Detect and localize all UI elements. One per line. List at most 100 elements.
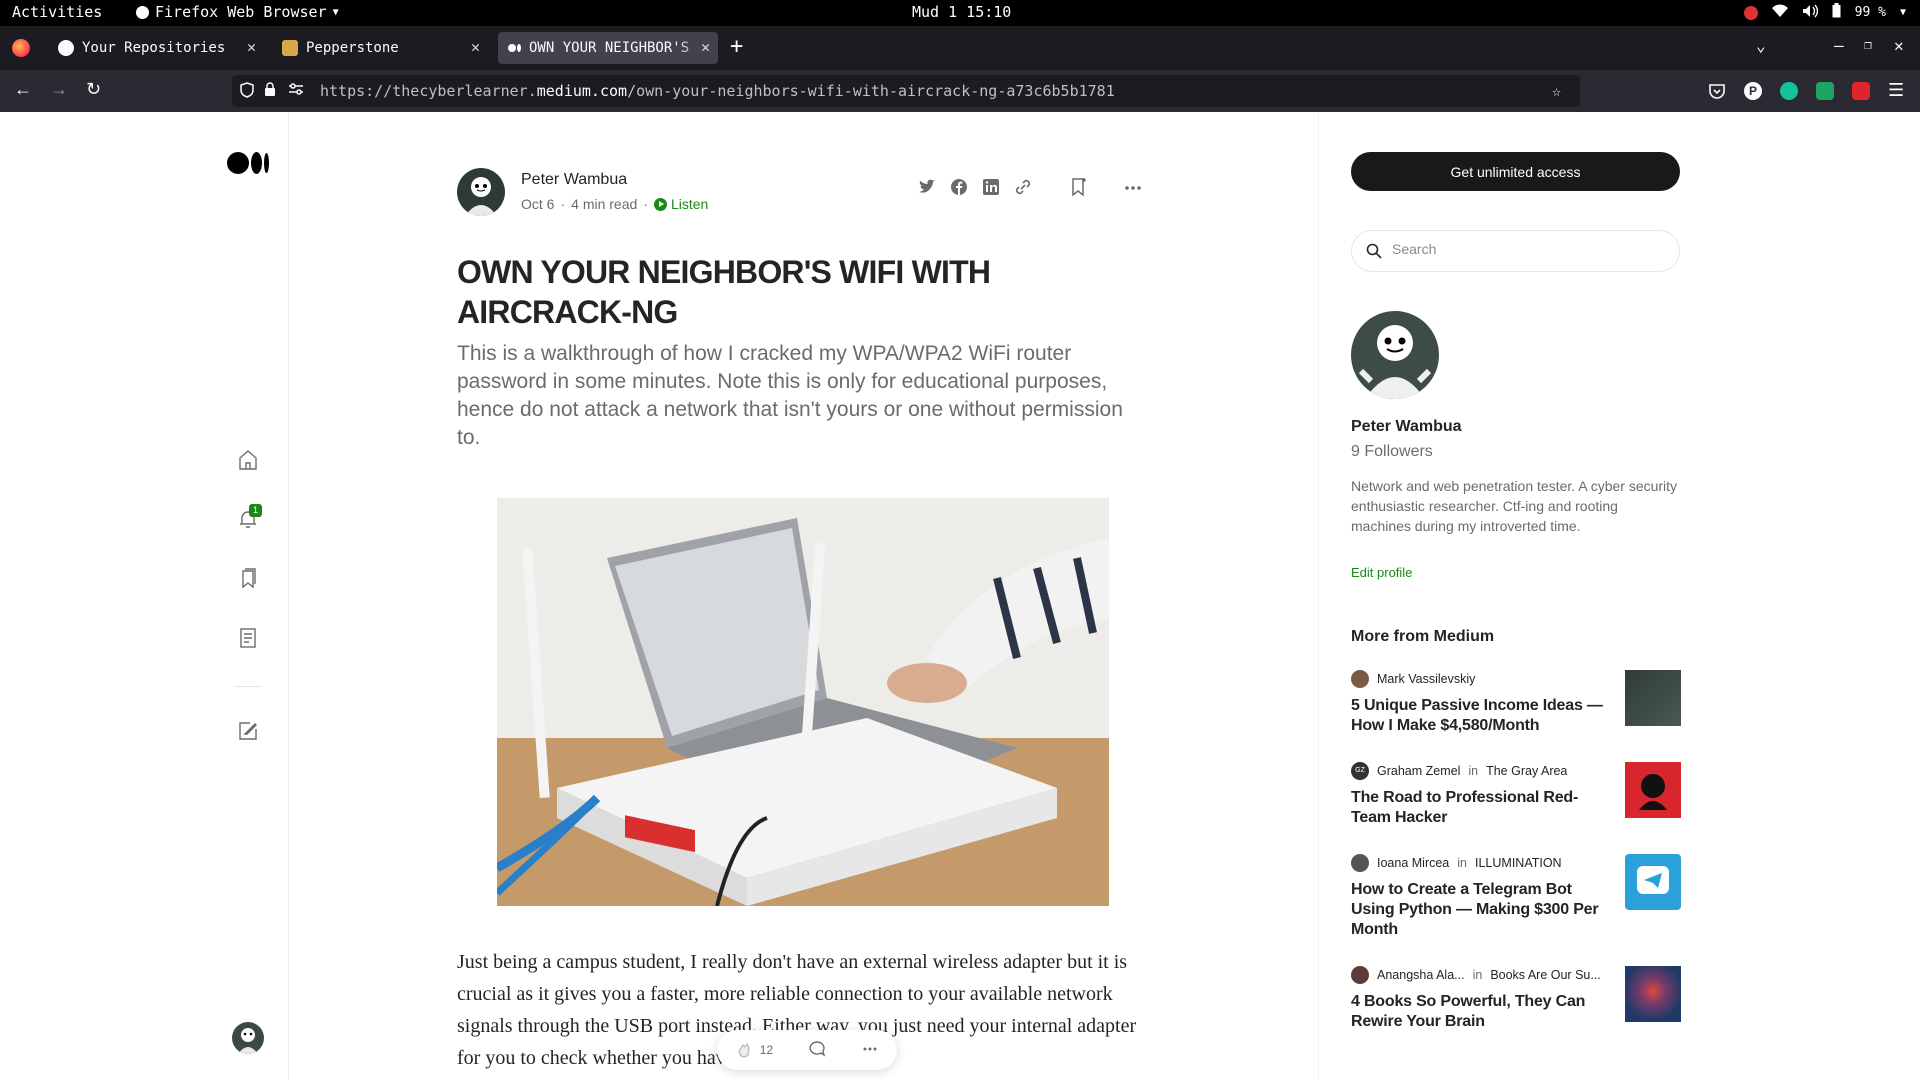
clap-icon xyxy=(738,1042,750,1058)
forward-button[interactable]: → xyxy=(50,79,68,100)
tab-label: Pepperstone xyxy=(306,40,399,56)
search-icon xyxy=(1366,243,1382,259)
nav-divider xyxy=(234,686,262,687)
system-tray[interactable]: 99 % ▼ xyxy=(1743,3,1906,22)
more-actions-icon[interactable] xyxy=(860,1039,880,1062)
recommendation-item[interactable]: Ioana Mircea in ILLUMINATION How to Crea… xyxy=(1351,854,1681,946)
rec-title[interactable]: 5 Unique Passive Income Ideas — How I Ma… xyxy=(1351,696,1606,736)
edit-profile-link[interactable]: Edit profile xyxy=(1351,565,1412,580)
p-extension-icon[interactable]: P xyxy=(1744,82,1762,100)
caret-down-icon: ▼ xyxy=(1899,7,1906,18)
left-navigation: 1 xyxy=(0,112,289,1080)
web-page: 1 Peter Wambua Oct 6 · 4 min read · List… xyxy=(0,112,1920,1080)
close-tab-icon[interactable]: ✕ xyxy=(701,38,710,56)
tab-your-repositories[interactable]: Your Repositories ✕ xyxy=(48,32,264,64)
reload-button[interactable]: ↻ xyxy=(86,79,101,100)
app-menu[interactable]: Firefox Web Browser ▼ xyxy=(136,3,339,21)
user-avatar[interactable] xyxy=(232,1022,264,1054)
close-tab-icon[interactable]: ✕ xyxy=(471,38,480,56)
address-bar[interactable]: https://thecyberlearner.medium.com/own-y… xyxy=(232,75,1580,107)
tab-label: OWN YOUR NEIGHBOR'S xyxy=(529,40,690,56)
recommendation-item[interactable]: GZ Graham Zemel in The Gray Area The Roa… xyxy=(1351,762,1681,834)
facebook-icon[interactable] xyxy=(949,177,969,197)
hero-image-router[interactable] xyxy=(497,498,1109,906)
rec-thumbnail[interactable] xyxy=(1625,670,1681,726)
notification-count-badge: 1 xyxy=(249,504,262,517)
tab-label: Your Repositories xyxy=(82,40,226,56)
rec-thumbnail[interactable] xyxy=(1625,762,1681,818)
clock[interactable]: Mud 1 15:10 xyxy=(912,3,1011,21)
new-tab-button[interactable]: + xyxy=(730,34,743,59)
lock-icon[interactable] xyxy=(264,82,276,101)
hamburger-menu-icon[interactable]: ☰ xyxy=(1888,80,1904,101)
follower-count[interactable]: 9 Followers xyxy=(1351,443,1433,461)
rec-title[interactable]: 4 Books So Powerful, They Can Rewire You… xyxy=(1351,992,1606,1032)
tab-own-your-neighbors[interactable]: OWN YOUR NEIGHBOR'S ✕ xyxy=(498,32,718,64)
profile-name[interactable]: Peter Wambua xyxy=(1351,418,1462,436)
response-bubble-icon[interactable] xyxy=(807,1039,827,1062)
article-title: OWN YOUR NEIGHBOR'S WIFI WITH AIRCRACK-N… xyxy=(457,254,991,330)
write-icon[interactable] xyxy=(236,719,260,743)
red-extension-icon[interactable] xyxy=(1852,82,1870,100)
profile-bio: Network and web penetration tester. A cy… xyxy=(1351,478,1678,534)
rec-thumbnail[interactable] xyxy=(1625,854,1681,910)
tracking-shield-icon[interactable] xyxy=(240,82,254,102)
author-avatar[interactable] xyxy=(457,168,505,216)
copy-link-icon[interactable] xyxy=(1013,177,1033,197)
rec-author-avatar xyxy=(1351,670,1369,688)
activities-button[interactable]: Activities xyxy=(12,3,102,21)
firefox-view-icon[interactable] xyxy=(12,39,30,57)
more-options-icon[interactable] xyxy=(1123,178,1143,198)
clap-count: 12 xyxy=(759,1043,774,1057)
rec-author-avatar xyxy=(1351,966,1369,984)
right-sidebar: Get unlimited access Peter Wambua 9 Foll… xyxy=(1318,112,1920,1080)
rec-title[interactable]: How to Create a Telegram Bot Using Pytho… xyxy=(1351,880,1606,940)
home-icon[interactable] xyxy=(236,448,260,472)
github-icon xyxy=(58,40,74,56)
close-tab-icon[interactable]: ✕ xyxy=(247,38,256,56)
rec-author-row: Mark Vassilevskiy xyxy=(1351,670,1475,688)
pocket-icon[interactable] xyxy=(1708,82,1726,100)
caret-down-icon: ▼ xyxy=(332,6,339,18)
tab-pepperstone[interactable]: Pepperstone ✕ xyxy=(272,32,488,64)
twitter-icon[interactable] xyxy=(917,177,937,197)
medium-logo[interactable] xyxy=(227,152,269,174)
green-extension-icon[interactable] xyxy=(1816,82,1834,100)
url-text[interactable]: https://thecyberlearner.medium.com/own-y… xyxy=(320,82,1115,100)
search-input[interactable] xyxy=(1392,241,1662,257)
profile-avatar[interactable] xyxy=(1351,311,1439,399)
listen-button[interactable]: Listen xyxy=(653,196,708,212)
rec-title[interactable]: The Road to Professional Red-Team Hacker xyxy=(1351,788,1606,828)
lists-bookmark-icon[interactable] xyxy=(236,567,260,591)
close-window-button[interactable]: ✕ xyxy=(1894,36,1904,55)
author-row: Peter Wambua Oct 6 · 4 min read · Listen xyxy=(457,168,1147,218)
chrome-tray-icon[interactable] xyxy=(1743,5,1758,20)
save-bookmark-icon[interactable] xyxy=(1069,176,1089,197)
rec-author-row: Ioana Mircea in ILLUMINATION xyxy=(1351,854,1562,872)
play-icon xyxy=(653,197,667,211)
permissions-icon[interactable] xyxy=(288,82,304,100)
pepperstone-icon xyxy=(282,40,298,56)
get-unlimited-access-button[interactable]: Get unlimited access xyxy=(1351,152,1680,191)
search-box[interactable] xyxy=(1351,230,1680,272)
author-name[interactable]: Peter Wambua xyxy=(521,171,627,189)
medium-icon xyxy=(508,44,521,52)
tab-strip: Your Repositories ✕ Pepperstone ✕ OWN YO… xyxy=(0,26,1920,70)
back-button[interactable]: ← xyxy=(14,79,32,100)
rec-author-avatar xyxy=(1351,854,1369,872)
stories-document-icon[interactable] xyxy=(236,626,260,650)
grammarly-icon[interactable] xyxy=(1780,82,1798,100)
rec-author-row: GZ Graham Zemel in The Gray Area xyxy=(1351,762,1567,780)
minimize-button[interactable]: – xyxy=(1834,36,1844,55)
publish-date: Oct 6 xyxy=(521,196,555,212)
recommendation-item[interactable]: Anangsha Ala... in Books Are Our Su... 4… xyxy=(1351,966,1681,1038)
bookmark-star-icon[interactable]: ☆ xyxy=(1552,82,1561,100)
list-all-tabs-icon[interactable]: ⌄ xyxy=(1756,36,1766,55)
article-subtitle: This is a walkthrough of how I cracked m… xyxy=(457,342,1123,449)
clap-button[interactable]: 12 xyxy=(734,1040,773,1060)
rec-thumbnail[interactable] xyxy=(1625,966,1681,1022)
linkedin-icon[interactable] xyxy=(981,177,1001,197)
recommendation-item[interactable]: Mark Vassilevskiy 5 Unique Passive Incom… xyxy=(1351,670,1681,742)
restore-button[interactable]: ❐ xyxy=(1864,38,1872,53)
floating-action-bar: 12 xyxy=(717,1030,897,1070)
